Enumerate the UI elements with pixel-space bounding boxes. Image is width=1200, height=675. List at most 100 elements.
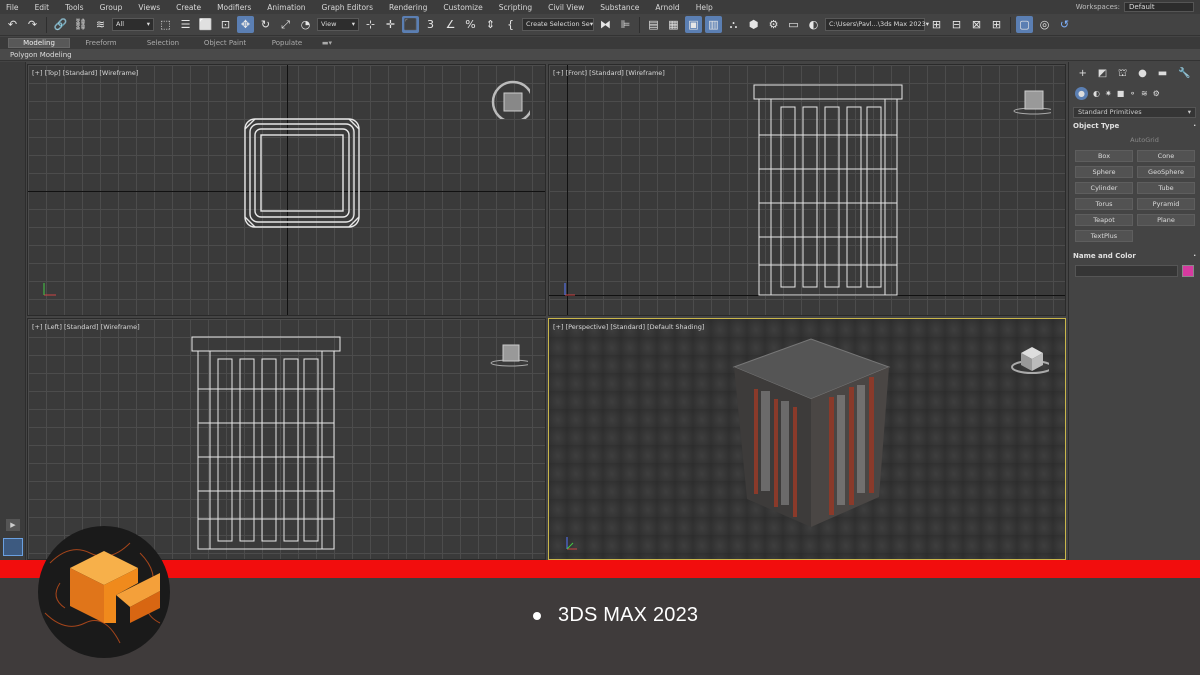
geometry-icon[interactable]: ● [1075, 87, 1088, 100]
mirror-icon[interactable]: ⧓ [597, 16, 614, 33]
open-file-icon[interactable]: ⊟ [948, 16, 965, 33]
create-tab-icon[interactable]: + [1078, 68, 1086, 81]
select-place-icon[interactable]: ◔ [297, 16, 314, 33]
select-scale-icon[interactable]: ⤢ [277, 16, 294, 33]
reference-coordinate-dropdown[interactable]: View ▾ [317, 18, 359, 31]
viewport-perspective-label[interactable]: [+] [Perspective] [Standard] [Default Sh… [553, 323, 704, 331]
motion-tab-icon[interactable]: ● [1138, 68, 1147, 81]
menu-rendering[interactable]: Rendering [381, 3, 435, 12]
percent-snap-icon[interactable]: % [462, 16, 479, 33]
viewport-left-label[interactable]: [+] [Left] [Standard] [Wireframe] [32, 323, 140, 331]
snaps-toggle-icon[interactable]: 3 [422, 16, 439, 33]
align-icon[interactable]: ⊫ [617, 16, 634, 33]
render-production-icon[interactable]: ◐ [805, 16, 822, 33]
schematic-view-icon[interactable]: ⛬ [725, 16, 742, 33]
workspaces-dropdown[interactable]: Default [1124, 2, 1194, 12]
edit-named-selection-icon[interactable]: { [502, 16, 519, 33]
select-object-icon[interactable]: ⬚ [157, 16, 174, 33]
menu-scripting[interactable]: Scripting [491, 3, 540, 12]
project-folder-icon[interactable]: ⊞ [928, 16, 945, 33]
extra-tools-icon[interactable]: ⊞ [988, 16, 1005, 33]
sphere-button[interactable]: Sphere [1075, 166, 1133, 178]
helpers-icon[interactable]: ⚬ [1129, 89, 1136, 98]
tab-selection[interactable]: Selection [132, 39, 194, 47]
viewport-top[interactable]: [+] [Top] [Standard] [Wireframe] [27, 64, 546, 316]
box-button[interactable]: Box [1075, 150, 1133, 162]
display-tab-icon[interactable]: ▬ [1158, 68, 1167, 81]
rect-selection-icon[interactable]: ⬜ [197, 16, 214, 33]
menu-arnold[interactable]: Arnold [647, 3, 687, 12]
torus-button[interactable]: Torus [1075, 198, 1133, 210]
geosphere-button[interactable]: GeoSphere [1137, 166, 1195, 178]
menu-customize[interactable]: Customize [435, 3, 490, 12]
named-selection-dropdown[interactable]: Create Selection Se ▾ [522, 18, 594, 31]
systems-icon[interactable]: ⚙ [1153, 89, 1160, 98]
shapes-icon[interactable]: ◐ [1093, 89, 1100, 98]
angle-snap-icon[interactable]: ∠ [442, 16, 459, 33]
textplus-button[interactable]: TextPlus [1075, 230, 1133, 242]
save-file-icon[interactable]: ⊠ [968, 16, 985, 33]
expand-arrow-icon[interactable]: ▶ [6, 519, 20, 531]
tab-modeling[interactable]: Modeling [8, 38, 70, 48]
pyramid-button[interactable]: Pyramid [1137, 198, 1195, 210]
name-and-color-rollout[interactable]: Name and Color · [1073, 252, 1196, 260]
ribbon-toggle-icon[interactable]: ▣ [685, 16, 702, 33]
tab-object-paint[interactable]: Object Paint [194, 39, 256, 47]
viewcube-icon[interactable] [1009, 339, 1049, 379]
rendered-frame-window-icon[interactable]: ▭ [785, 16, 802, 33]
window-crossing-icon[interactable]: ⊡ [217, 16, 234, 33]
pivot-center-icon[interactable]: ⊹ [362, 16, 379, 33]
undo-icon[interactable]: ↶ [4, 16, 21, 33]
project-path-dropdown[interactable]: C:\Users\Pavl...\3ds Max 2023 ▾ [825, 18, 929, 31]
cylinder-button[interactable]: Cylinder [1075, 182, 1133, 194]
menu-edit[interactable]: Edit [27, 3, 58, 12]
help-icon[interactable]: ◎ [1036, 16, 1053, 33]
select-move-icon[interactable]: ✥ [237, 16, 254, 33]
ribbon-options-icon[interactable]: ▬▾ [318, 39, 336, 47]
object-name-field[interactable] [1075, 265, 1178, 277]
render-setup-icon[interactable]: ⚙ [765, 16, 782, 33]
spacewarps-icon[interactable]: ≋ [1141, 89, 1148, 98]
cameras-icon[interactable]: ■ [1117, 89, 1125, 98]
viewport-perspective[interactable]: [+] [Perspective] [Standard] [Default Sh… [548, 318, 1066, 560]
menu-civil-view[interactable]: Civil View [540, 3, 592, 12]
cone-button[interactable]: Cone [1137, 150, 1195, 162]
scene-explorer-icon[interactable]: ▤ [645, 16, 662, 33]
tab-populate[interactable]: Populate [256, 39, 318, 47]
unlink-icon[interactable]: ⛓ [72, 16, 89, 33]
menu-modifiers[interactable]: Modifiers [209, 3, 259, 12]
menu-create[interactable]: Create [168, 3, 209, 12]
menu-graph-editors[interactable]: Graph Editors [314, 3, 382, 12]
menu-help[interactable]: Help [688, 3, 721, 12]
keyboard-shortcut-override-icon[interactable]: ⬛ [402, 16, 419, 33]
menu-views[interactable]: Views [130, 3, 168, 12]
menu-tools[interactable]: Tools [57, 3, 91, 12]
viewcube-icon[interactable] [1011, 85, 1051, 125]
menu-group[interactable]: Group [92, 3, 131, 12]
tube-button[interactable]: Tube [1137, 182, 1195, 194]
select-rotate-icon[interactable]: ↻ [257, 16, 274, 33]
selection-filter-dropdown[interactable]: All ▾ [112, 18, 154, 31]
viewport-top-label[interactable]: [+] [Top] [Standard] [Wireframe] [32, 69, 138, 77]
select-manipulate-icon[interactable]: ✛ [382, 16, 399, 33]
lights-icon[interactable]: ✷ [1105, 89, 1112, 98]
modify-tab-icon[interactable]: ◩ [1098, 68, 1107, 81]
viewcube-icon[interactable] [488, 341, 528, 381]
link-icon[interactable]: 🔗 [52, 16, 69, 33]
redo-icon[interactable]: ↷ [24, 16, 41, 33]
object-color-swatch[interactable] [1182, 265, 1194, 277]
viewport-front[interactable]: [+] [Front] [Standard] [Wireframe] [548, 64, 1066, 316]
utilities-tab-icon[interactable]: 🔧 [1178, 68, 1190, 81]
primitive-category-dropdown[interactable]: Standard Primitives ▾ [1073, 107, 1196, 118]
select-by-name-icon[interactable]: ☰ [177, 16, 194, 33]
layer-explorer-icon[interactable]: ▦ [665, 16, 682, 33]
material-editor-icon[interactable]: ⬢ [745, 16, 762, 33]
sync-icon[interactable]: ↺ [1056, 16, 1073, 33]
hierarchy-tab-icon[interactable]: ⛫ [1118, 68, 1127, 81]
menu-file[interactable]: File [0, 3, 27, 12]
menu-animation[interactable]: Animation [259, 3, 313, 12]
autodesk-account-icon[interactable]: ▢ [1016, 16, 1033, 33]
menu-substance[interactable]: Substance [592, 3, 647, 12]
object-type-rollout[interactable]: Object Type · [1073, 122, 1196, 130]
curve-editor-icon[interactable]: ▥ [705, 16, 722, 33]
